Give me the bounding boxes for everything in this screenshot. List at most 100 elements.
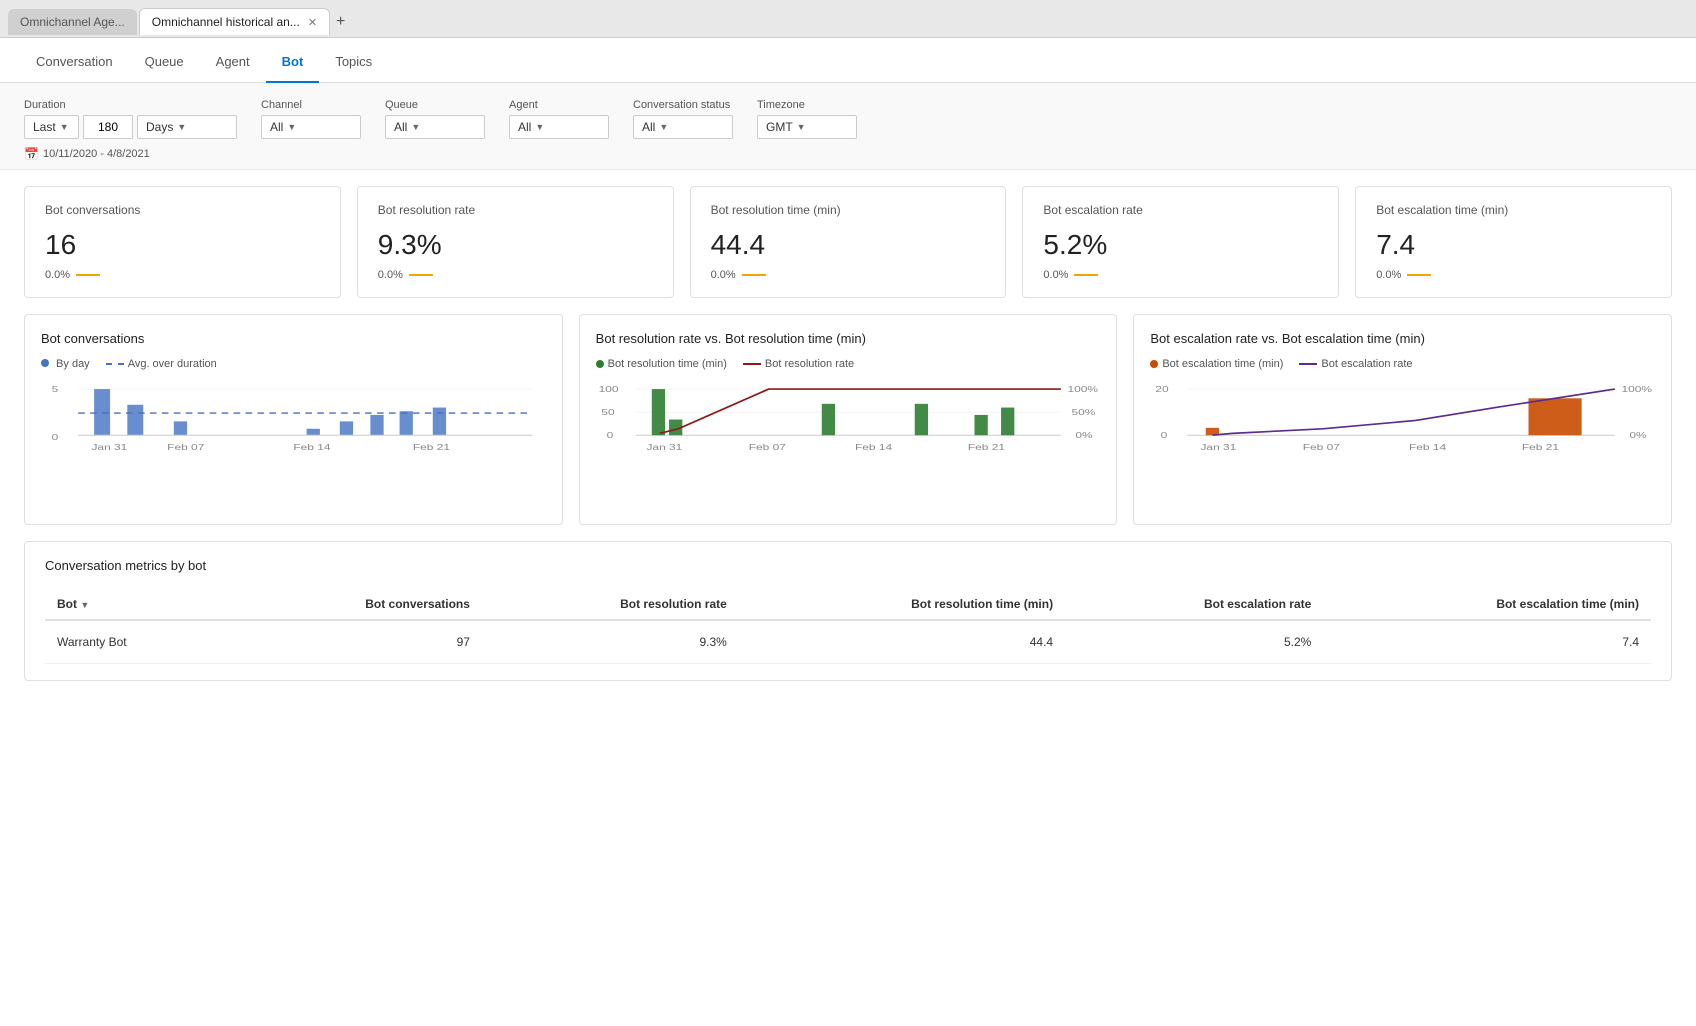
- nav-tab-bar: Conversation Queue Agent Bot Topics: [0, 38, 1696, 83]
- queue-select[interactable]: All ▼: [385, 115, 485, 139]
- kpi-card-bot-conversations: Bot conversations 16 0.0%: [24, 186, 341, 298]
- chart-title: Bot escalation rate vs. Bot escalation t…: [1150, 331, 1655, 346]
- duration-label: Duration: [24, 99, 237, 111]
- col-header-escalation-time: Bot escalation time (min): [1323, 589, 1651, 620]
- tab-label-1: Omnichannel Age...: [20, 15, 125, 29]
- table-section: Conversation metrics by bot Bot ▼ Bot co…: [0, 541, 1696, 705]
- kpi-trend-line: [742, 274, 766, 276]
- col-header-bot-conversations: Bot conversations: [229, 589, 482, 620]
- chevron-down-icon: ▼: [411, 122, 420, 132]
- chart-legend: Bot resolution time (min) Bot resolution…: [596, 358, 1101, 370]
- kpi-card-bot-escalation-time: Bot escalation time (min) 7.4 0.0%: [1355, 186, 1672, 298]
- tab-agent[interactable]: Agent: [200, 38, 266, 83]
- chart-area: 5 0 Jan 31: [41, 378, 546, 508]
- kpi-trend-line: [1407, 274, 1431, 276]
- duration-filter-group: Duration Last ▼ Days ▼: [24, 99, 237, 139]
- chart-bot-conversations: Bot conversations By day Avg. over durat…: [24, 314, 563, 525]
- chart-escalation: Bot escalation rate vs. Bot escalation t…: [1133, 314, 1672, 525]
- svg-text:0: 0: [52, 433, 59, 442]
- duration-value-input[interactable]: [83, 115, 133, 139]
- add-tab-button[interactable]: +: [336, 13, 345, 31]
- tab-queue[interactable]: Queue: [129, 38, 200, 83]
- agent-filter-group: Agent All ▼: [509, 99, 609, 139]
- kpi-card-bot-escalation-rate: Bot escalation rate 5.2% 0.0%: [1022, 186, 1339, 298]
- svg-text:Feb 14: Feb 14: [293, 444, 330, 453]
- conv-status-label: Conversation status: [633, 99, 733, 111]
- tab-inactive[interactable]: Omnichannel Age...: [8, 9, 137, 35]
- chevron-down-icon: ▼: [60, 122, 69, 132]
- svg-text:0%: 0%: [1630, 432, 1647, 441]
- tab-bot[interactable]: Bot: [266, 38, 320, 83]
- sort-icon: ▼: [80, 600, 89, 610]
- cell-bot-name: Warranty Bot: [45, 620, 229, 664]
- svg-text:0: 0: [1161, 432, 1168, 441]
- svg-text:Feb 14: Feb 14: [1409, 444, 1446, 453]
- calendar-icon: 📅: [24, 147, 39, 161]
- duration-preset-select[interactable]: Last ▼: [24, 115, 79, 139]
- col-header-escalation-rate: Bot escalation rate: [1065, 589, 1323, 620]
- kpi-title: Bot escalation rate: [1043, 203, 1318, 217]
- svg-text:Feb 07: Feb 07: [1303, 444, 1340, 453]
- kpi-trend-line: [76, 274, 100, 276]
- kpi-change: 0.0%: [1376, 269, 1651, 281]
- svg-text:Jan 31: Jan 31: [1201, 444, 1237, 453]
- filters-bar: Duration Last ▼ Days ▼ Channel: [0, 83, 1696, 170]
- cell-resolution-time: 44.4: [739, 620, 1065, 664]
- chart-legend: By day Avg. over duration: [41, 358, 546, 370]
- svg-text:Feb 07: Feb 07: [748, 444, 785, 453]
- cell-bot-conversations: 97: [229, 620, 482, 664]
- col-header-resolution-time: Bot resolution time (min): [739, 589, 1065, 620]
- tab-active[interactable]: Omnichannel historical an... ✕: [139, 8, 330, 35]
- kpi-trend-line: [409, 274, 433, 276]
- svg-text:5: 5: [52, 385, 59, 394]
- charts-section: Bot conversations By day Avg. over durat…: [0, 314, 1696, 541]
- svg-text:Jan 31: Jan 31: [91, 444, 127, 453]
- svg-text:50%: 50%: [1071, 408, 1095, 417]
- col-header-bot[interactable]: Bot ▼: [45, 589, 229, 620]
- svg-text:20: 20: [1156, 385, 1170, 394]
- chart-area-escalation: 20 0 100% 0% Jan 31 Feb 07: [1150, 378, 1655, 508]
- svg-text:0%: 0%: [1075, 432, 1092, 441]
- agent-select[interactable]: All ▼: [509, 115, 609, 139]
- kpi-value: 16: [45, 229, 320, 261]
- legend-resolution-rate: Bot resolution rate: [743, 358, 854, 370]
- tab-conversation[interactable]: Conversation: [20, 38, 129, 83]
- kpi-card-bot-resolution-rate: Bot resolution rate 9.3% 0.0%: [357, 186, 674, 298]
- kpi-trend-line: [1074, 274, 1098, 276]
- agent-label: Agent: [509, 99, 609, 111]
- chart-title: Bot conversations: [41, 331, 546, 346]
- svg-text:100%: 100%: [1067, 385, 1098, 394]
- kpi-title: Bot resolution rate: [378, 203, 653, 217]
- conv-status-filter-group: Conversation status All ▼: [633, 99, 733, 139]
- queue-label: Queue: [385, 99, 485, 111]
- kpi-title: Bot resolution time (min): [711, 203, 986, 217]
- chevron-down-icon: ▼: [177, 122, 186, 132]
- legend-resolution-time: Bot resolution time (min): [596, 358, 727, 370]
- metrics-table: Bot ▼ Bot conversations Bot resolution r…: [45, 589, 1651, 664]
- table-title: Conversation metrics by bot: [45, 558, 1651, 573]
- channel-select[interactable]: All ▼: [261, 115, 361, 139]
- tab-label-2: Omnichannel historical an...: [152, 15, 300, 29]
- timezone-filter-group: Timezone GMT ▼: [757, 99, 857, 139]
- legend-avg: Avg. over duration: [106, 358, 217, 370]
- table-card: Conversation metrics by bot Bot ▼ Bot co…: [24, 541, 1672, 681]
- timezone-select[interactable]: GMT ▼: [757, 115, 857, 139]
- channel-filter-group: Channel All ▼: [261, 99, 361, 139]
- duration-unit-select[interactable]: Days ▼: [137, 115, 237, 139]
- tab-topics[interactable]: Topics: [319, 38, 388, 83]
- kpi-value: 9.3%: [378, 229, 653, 261]
- timezone-label: Timezone: [757, 99, 857, 111]
- chevron-down-icon: ▼: [287, 122, 296, 132]
- svg-text:Feb 07: Feb 07: [167, 444, 204, 453]
- cell-escalation-time: 7.4: [1323, 620, 1651, 664]
- chart-title: Bot resolution rate vs. Bot resolution t…: [596, 331, 1101, 346]
- kpi-change: 0.0%: [378, 269, 653, 281]
- svg-text:50: 50: [601, 408, 615, 417]
- conv-status-select[interactable]: All ▼: [633, 115, 733, 139]
- kpi-section: Bot conversations 16 0.0% Bot resolution…: [0, 170, 1696, 314]
- browser-tab-bar: Omnichannel Age... Omnichannel historica…: [0, 0, 1696, 38]
- tab-close-icon[interactable]: ✕: [308, 16, 317, 29]
- kpi-card-bot-resolution-time: Bot resolution time (min) 44.4 0.0%: [690, 186, 1007, 298]
- kpi-value: 5.2%: [1043, 229, 1318, 261]
- svg-text:100: 100: [598, 385, 618, 394]
